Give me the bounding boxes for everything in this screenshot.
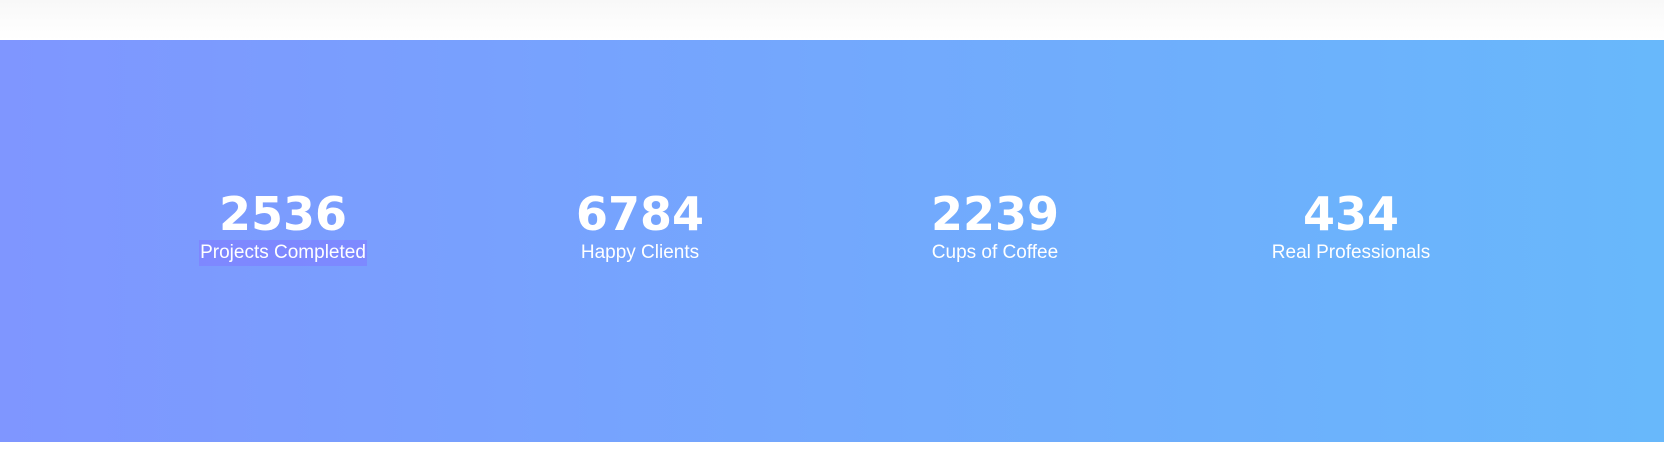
stats-counter-section: 2536 Projects Completed 6784 Happy Clien… (0, 40, 1664, 442)
stat-real-professionals: 434 Real Professionals (1171, 188, 1531, 266)
top-page-area (0, 0, 1664, 40)
stat-label: Happy Clients (580, 242, 700, 263)
stat-label: Cups of Coffee (931, 242, 1059, 263)
stat-label: Projects Completed (199, 240, 367, 266)
bottom-page-area (0, 442, 1664, 469)
stat-happy-clients: 6784 Happy Clients (460, 188, 820, 266)
stat-projects-completed: 2536 Projects Completed (103, 188, 463, 266)
stat-number: 6784 (575, 187, 705, 241)
stat-number: 2536 (218, 187, 348, 241)
stat-label: Real Professionals (1271, 242, 1431, 263)
stat-number: 434 (1302, 187, 1400, 241)
stat-number: 2239 (930, 187, 1060, 241)
stat-cups-of-coffee: 2239 Cups of Coffee (815, 188, 1175, 266)
